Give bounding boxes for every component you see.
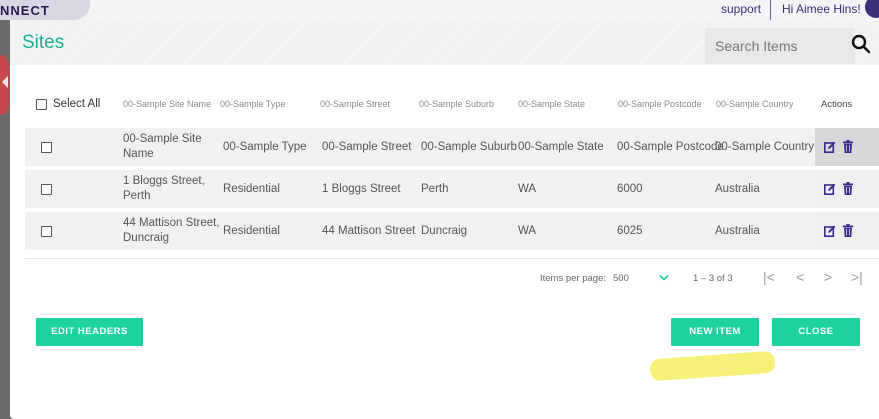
country-cell: Australia <box>715 225 760 237</box>
table-row[interactable]: 00-Sample Site Name 00-Sample Type 00-Sa… <box>25 128 879 166</box>
state-cell: WA <box>518 225 537 237</box>
dialog-title: Sites <box>22 32 65 53</box>
type-cell: Residential <box>223 183 280 195</box>
app-top-bar: NNECT support Hi Aimee Hins! <box>0 0 879 20</box>
site-name-cell: 00-Sample Site Name <box>123 133 202 160</box>
edit-headers-button[interactable]: EDIT HEADERS <box>36 318 143 346</box>
edit-icon[interactable] <box>824 225 836 237</box>
first-page-button[interactable]: |< <box>763 269 775 285</box>
edit-icon[interactable] <box>824 183 836 195</box>
table-divider <box>25 258 879 259</box>
close-button[interactable]: CLOSE <box>772 318 860 346</box>
column-header-type[interactable]: 00-Sample Type <box>220 99 285 109</box>
actions-cell <box>815 212 879 250</box>
state-cell: WA <box>518 183 537 195</box>
suburb-cell: Duncraig <box>421 225 468 237</box>
postcode-cell: 6025 <box>617 225 643 237</box>
user-greeting[interactable]: Hi Aimee Hins! <box>782 2 861 16</box>
column-header-state[interactable]: 00-Sample State <box>518 99 585 109</box>
country-cell: 00-Sample Country <box>715 141 815 153</box>
last-page-button[interactable]: >| <box>851 269 863 285</box>
avatar[interactable] <box>865 0 879 18</box>
row-checkbox[interactable] <box>41 142 52 153</box>
edit-icon[interactable] <box>824 141 836 153</box>
table-row[interactable]: 44 Mattison Street, Duncraig Residential… <box>25 212 879 250</box>
page-range-label: 1 – 3 of 3 <box>693 273 733 284</box>
dialog-header: Sites <box>10 20 879 65</box>
column-header-postcode[interactable]: 00-Sample Postcode <box>618 99 702 109</box>
type-cell: Residential <box>223 225 280 237</box>
street-cell: 00-Sample Street <box>322 141 412 153</box>
items-per-page-select[interactable]: 500 <box>613 273 629 284</box>
sites-dialog: Sites Select All 00-Sample Site Name 00-… <box>10 20 879 419</box>
street-cell: 1 Bloggs Street <box>322 183 401 195</box>
divider <box>770 0 771 20</box>
table-row[interactable]: 1 Bloggs Street, Perth Residential 1 Blo… <box>25 170 879 208</box>
type-cell: 00-Sample Type <box>223 141 307 153</box>
new-item-button[interactable]: NEW ITEM <box>671 318 759 346</box>
items-per-page-label: Items per page: <box>540 273 607 284</box>
chevron-down-icon[interactable] <box>659 274 669 282</box>
chevron-left-icon <box>2 76 8 88</box>
search-box <box>705 28 855 64</box>
row-checkbox[interactable] <box>41 184 52 195</box>
highlighter-mark <box>649 350 776 382</box>
previous-page-button[interactable]: < <box>796 269 804 285</box>
suburb-cell: 00-Sample Suburb <box>421 141 517 153</box>
next-page-button[interactable]: > <box>824 269 832 285</box>
postcode-cell: 6000 <box>617 183 643 195</box>
actions-cell <box>815 170 879 208</box>
actions-cell <box>815 128 879 166</box>
row-checkbox[interactable] <box>41 226 52 237</box>
state-cell: 00-Sample State <box>518 141 604 153</box>
suburb-cell: Perth <box>421 183 449 195</box>
table-header: Select All 00-Sample Site Name 00-Sample… <box>25 90 879 120</box>
search-input[interactable] <box>715 38 845 54</box>
select-all-checkbox[interactable] <box>36 99 47 110</box>
brand-logo: NNECT <box>0 3 50 18</box>
site-name-cell: 44 Mattison Street, Duncraig <box>123 217 220 244</box>
street-cell: 44 Mattison Street <box>322 225 416 237</box>
postcode-cell: 00-Sample Postcode <box>617 141 724 153</box>
select-all-label[interactable]: Select All <box>53 98 100 110</box>
column-header-actions: Actions <box>821 99 853 110</box>
trash-icon[interactable] <box>843 224 853 237</box>
search-icon[interactable] <box>851 34 871 54</box>
trash-icon[interactable] <box>843 140 853 153</box>
column-header-street[interactable]: 00-Sample Street <box>320 99 390 109</box>
column-header-country[interactable]: 00-Sample Country <box>716 99 794 109</box>
site-name-cell: 1 Bloggs Street, Perth <box>123 175 205 202</box>
country-cell: Australia <box>715 183 760 195</box>
trash-icon[interactable] <box>843 182 853 195</box>
column-header-site-name[interactable]: 00-Sample Site Name <box>123 99 211 109</box>
support-link[interactable]: support <box>721 2 761 16</box>
column-header-suburb[interactable]: 00-Sample Suburb <box>419 99 494 109</box>
